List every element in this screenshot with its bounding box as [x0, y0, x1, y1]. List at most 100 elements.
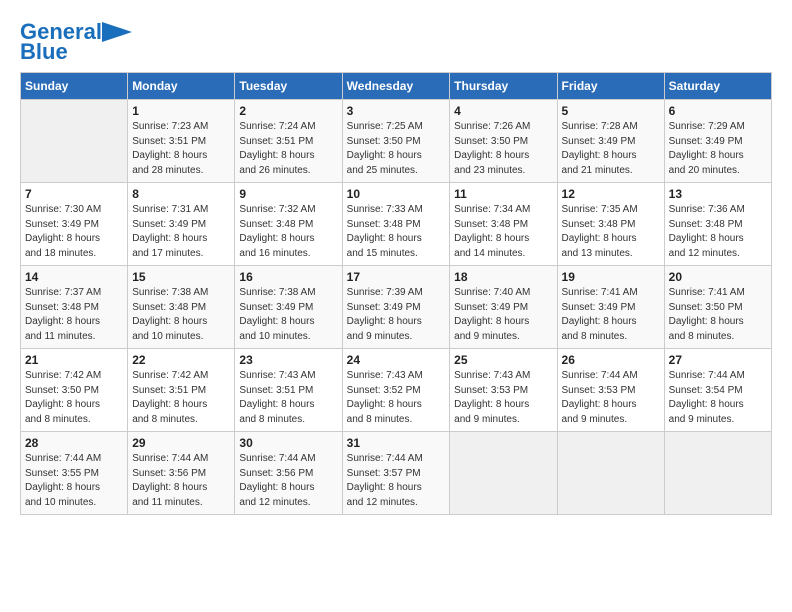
cell-info: Sunrise: 7:42 AM Sunset: 3:51 PM Dayligh…: [132, 369, 230, 427]
calendar-cell: 22 Sunrise: 7:42 AM Sunset: 3:51 PM Dayli…: [128, 349, 235, 432]
calendar-cell: 14Sunrise: 7:37 AM Sunset: 3:48 PM Dayli…: [21, 266, 128, 349]
day-number: 8: [132, 187, 230, 201]
day-number: 15: [132, 270, 230, 284]
calendar-cell: 2 Sunrise: 7:24 AM Sunset: 3:51 PM Daylig…: [235, 100, 342, 183]
cell-info: Sunrise: 7:41 AM Sunset: 3:49 PM Dayligh…: [562, 286, 660, 344]
day-number: 12: [562, 187, 660, 201]
calendar-cell: 15 Sunrise: 7:38 AM Sunset: 3:48 PM Dayli…: [128, 266, 235, 349]
header-thursday: Thursday: [450, 73, 557, 100]
calendar-cell: 20 Sunrise: 7:41 AM Sunset: 3:50 PM Dayli…: [664, 266, 771, 349]
cell-info: Sunrise: 7:44 AM Sunset: 3:54 PM Dayligh…: [669, 369, 767, 427]
cell-info: Sunrise: 7:26 AM Sunset: 3:50 PM Dayligh…: [454, 120, 552, 178]
calendar-cell: [450, 432, 557, 515]
logo-blue-text: Blue: [20, 40, 68, 64]
day-number: 23: [239, 353, 337, 367]
header-sunday: Sunday: [21, 73, 128, 100]
calendar-cell: 7 Sunrise: 7:30 AM Sunset: 3:49 PM Daylig…: [21, 183, 128, 266]
day-number: 2: [239, 104, 337, 118]
cell-info: Sunrise: 7:43 AM Sunset: 3:51 PM Dayligh…: [239, 369, 337, 427]
calendar-cell: [664, 432, 771, 515]
day-number: 20: [669, 270, 767, 284]
calendar-cell: 29 Sunrise: 7:44 AM Sunset: 3:56 PM Dayli…: [128, 432, 235, 515]
day-number: 21: [25, 353, 123, 367]
calendar-cell: 5 Sunrise: 7:28 AM Sunset: 3:49 PM Daylig…: [557, 100, 664, 183]
cell-info: Sunrise: 7:32 AM Sunset: 3:48 PM Dayligh…: [239, 203, 337, 261]
cell-info: Sunrise: 7:33 AM Sunset: 3:48 PM Dayligh…: [347, 203, 446, 261]
calendar-cell: 28 Sunrise: 7:44 AM Sunset: 3:55 PM Dayli…: [21, 432, 128, 515]
calendar-week-row: 28 Sunrise: 7:44 AM Sunset: 3:55 PM Dayli…: [21, 432, 772, 515]
day-number: 30: [239, 436, 337, 450]
day-number: 29: [132, 436, 230, 450]
day-number: 14: [25, 270, 123, 284]
day-number: 31: [347, 436, 446, 450]
calendar-cell: [21, 100, 128, 183]
calendar-cell: 11 Sunrise: 7:34 AM Sunset: 3:48 PM Dayli…: [450, 183, 557, 266]
calendar-cell: 23 Sunrise: 7:43 AM Sunset: 3:51 PM Dayli…: [235, 349, 342, 432]
cell-info: Sunrise: 7:40 AM Sunset: 3:49 PM Dayligh…: [454, 286, 552, 344]
calendar-cell: 10 Sunrise: 7:33 AM Sunset: 3:48 PM Dayli…: [342, 183, 450, 266]
calendar-cell: 13Sunrise: 7:36 AM Sunset: 3:48 PM Dayli…: [664, 183, 771, 266]
calendar-cell: 1Sunrise: 7:23 AM Sunset: 3:51 PM Daylig…: [128, 100, 235, 183]
calendar-cell: 25 Sunrise: 7:43 AM Sunset: 3:53 PM Dayli…: [450, 349, 557, 432]
calendar-week-row: 1Sunrise: 7:23 AM Sunset: 3:51 PM Daylig…: [21, 100, 772, 183]
day-number: 17: [347, 270, 446, 284]
cell-info: Sunrise: 7:36 AM Sunset: 3:48 PM Dayligh…: [669, 203, 767, 261]
cell-info: Sunrise: 7:34 AM Sunset: 3:48 PM Dayligh…: [454, 203, 552, 261]
header-monday: Monday: [128, 73, 235, 100]
calendar-cell: 18 Sunrise: 7:40 AM Sunset: 3:49 PM Dayli…: [450, 266, 557, 349]
day-number: 11: [454, 187, 552, 201]
day-number: 26: [562, 353, 660, 367]
calendar-header-row: SundayMondayTuesdayWednesdayThursdayFrid…: [21, 73, 772, 100]
cell-info: Sunrise: 7:38 AM Sunset: 3:48 PM Dayligh…: [132, 286, 230, 344]
cell-info: Sunrise: 7:29 AM Sunset: 3:49 PM Dayligh…: [669, 120, 767, 178]
header-tuesday: Tuesday: [235, 73, 342, 100]
cell-info: Sunrise: 7:44 AM Sunset: 3:53 PM Dayligh…: [562, 369, 660, 427]
calendar-cell: 30 Sunrise: 7:44 AM Sunset: 3:56 PM Dayli…: [235, 432, 342, 515]
day-number: 6: [669, 104, 767, 118]
day-number: 27: [669, 353, 767, 367]
calendar-week-row: 14Sunrise: 7:37 AM Sunset: 3:48 PM Dayli…: [21, 266, 772, 349]
day-number: 18: [454, 270, 552, 284]
day-number: 22: [132, 353, 230, 367]
day-number: 3: [347, 104, 446, 118]
day-number: 1: [132, 104, 230, 118]
day-number: 9: [239, 187, 337, 201]
header-friday: Friday: [557, 73, 664, 100]
day-number: 7: [25, 187, 123, 201]
page-header: General Blue: [20, 20, 772, 64]
cell-info: Sunrise: 7:44 AM Sunset: 3:56 PM Dayligh…: [239, 452, 337, 510]
cell-info: Sunrise: 7:43 AM Sunset: 3:53 PM Dayligh…: [454, 369, 552, 427]
day-number: 19: [562, 270, 660, 284]
cell-info: Sunrise: 7:28 AM Sunset: 3:49 PM Dayligh…: [562, 120, 660, 178]
calendar-cell: 19 Sunrise: 7:41 AM Sunset: 3:49 PM Dayli…: [557, 266, 664, 349]
cell-info: Sunrise: 7:44 AM Sunset: 3:55 PM Dayligh…: [25, 452, 123, 510]
cell-info: Sunrise: 7:44 AM Sunset: 3:57 PM Dayligh…: [347, 452, 446, 510]
calendar-cell: 3 Sunrise: 7:25 AM Sunset: 3:50 PM Daylig…: [342, 100, 450, 183]
cell-info: Sunrise: 7:41 AM Sunset: 3:50 PM Dayligh…: [669, 286, 767, 344]
cell-info: Sunrise: 7:42 AM Sunset: 3:50 PM Dayligh…: [25, 369, 123, 427]
cell-info: Sunrise: 7:31 AM Sunset: 3:49 PM Dayligh…: [132, 203, 230, 261]
calendar-cell: 4Sunrise: 7:26 AM Sunset: 3:50 PM Daylig…: [450, 100, 557, 183]
calendar-cell: 8 Sunrise: 7:31 AM Sunset: 3:49 PM Daylig…: [128, 183, 235, 266]
cell-info: Sunrise: 7:44 AM Sunset: 3:56 PM Dayligh…: [132, 452, 230, 510]
day-number: 28: [25, 436, 123, 450]
day-number: 5: [562, 104, 660, 118]
cell-info: Sunrise: 7:24 AM Sunset: 3:51 PM Dayligh…: [239, 120, 337, 178]
cell-info: Sunrise: 7:25 AM Sunset: 3:50 PM Dayligh…: [347, 120, 446, 178]
header-wednesday: Wednesday: [342, 73, 450, 100]
calendar-cell: 26 Sunrise: 7:44 AM Sunset: 3:53 PM Dayli…: [557, 349, 664, 432]
day-number: 25: [454, 353, 552, 367]
logo: General Blue: [20, 20, 132, 64]
calendar-cell: 21 Sunrise: 7:42 AM Sunset: 3:50 PM Dayli…: [21, 349, 128, 432]
day-number: 10: [347, 187, 446, 201]
cell-info: Sunrise: 7:43 AM Sunset: 3:52 PM Dayligh…: [347, 369, 446, 427]
cell-info: Sunrise: 7:38 AM Sunset: 3:49 PM Dayligh…: [239, 286, 337, 344]
cell-info: Sunrise: 7:30 AM Sunset: 3:49 PM Dayligh…: [25, 203, 123, 261]
calendar-cell: 16Sunrise: 7:38 AM Sunset: 3:49 PM Dayli…: [235, 266, 342, 349]
calendar-cell: 24 Sunrise: 7:43 AM Sunset: 3:52 PM Dayli…: [342, 349, 450, 432]
calendar-table: SundayMondayTuesdayWednesdayThursdayFrid…: [20, 72, 772, 515]
calendar-cell: [557, 432, 664, 515]
day-number: 24: [347, 353, 446, 367]
calendar-week-row: 21 Sunrise: 7:42 AM Sunset: 3:50 PM Dayli…: [21, 349, 772, 432]
calendar-cell: 31 Sunrise: 7:44 AM Sunset: 3:57 PM Dayli…: [342, 432, 450, 515]
